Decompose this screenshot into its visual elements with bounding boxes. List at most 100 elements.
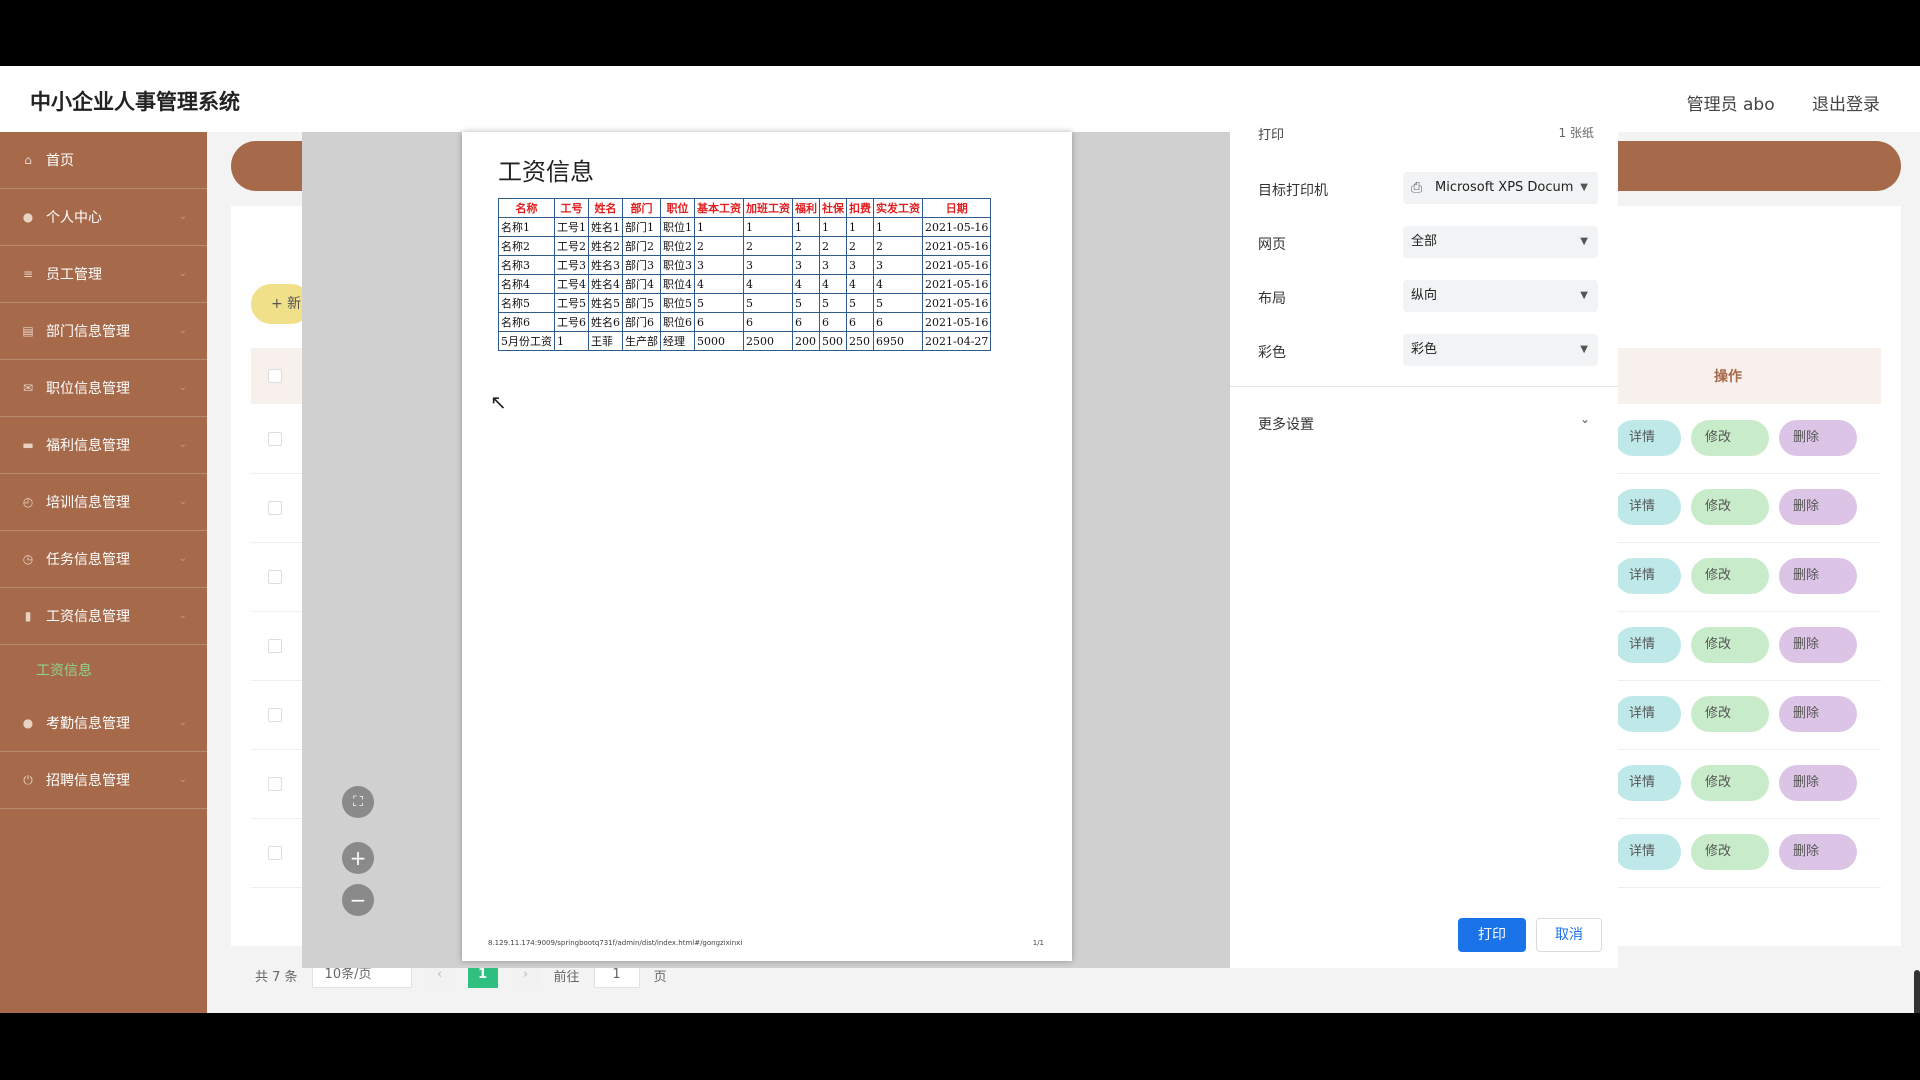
preview-table-cell: 工号1 [554, 217, 589, 237]
layout-value: 纵向 [1411, 288, 1438, 303]
preview-table-row: 名称6 工号6 姓名6 部门6 职位6 6 6 6 6 6 6 2021-05-16 [498, 312, 992, 332]
preview-table-cell: 5 [792, 293, 820, 313]
admin-label: 管理员 abo [1686, 95, 1775, 115]
sidebar-item[interactable]: ✉ 职位信息管理 ⌄ [0, 360, 207, 417]
edit-button[interactable]: 修改 [1691, 558, 1769, 594]
color-row: 彩色 彩色 ▼ [1258, 334, 1598, 366]
preview-column-header: 福利 [792, 198, 820, 218]
zoom-out-icon[interactable]: − [342, 884, 374, 916]
preview-table-cell: 部门6 [622, 312, 661, 332]
edit-button[interactable]: 修改 [1691, 420, 1769, 456]
page-scrollbar[interactable] [1914, 970, 1920, 1013]
row-checkbox[interactable] [268, 708, 282, 722]
preview-table-cell: 2 [846, 236, 874, 256]
sidebar-item-label: 任务信息管理 [46, 552, 130, 568]
sidebar-item[interactable]: ⏻ 招聘信息管理 ⌄ [0, 752, 207, 809]
header-right: 管理员 abo 退出登录 [1655, 90, 1880, 115]
chevron-down-icon[interactable]: ⌄ [1580, 412, 1590, 426]
logout-link[interactable]: 退出登录 [1812, 95, 1880, 115]
select-all-checkbox[interactable] [268, 369, 282, 383]
delete-button[interactable]: 删除 [1779, 627, 1857, 663]
print-button[interactable]: 打印 [1458, 918, 1526, 952]
preview-table-cell: 1 [694, 217, 744, 237]
zoom-in-icon[interactable]: + [342, 842, 374, 874]
sidebar-item-label: 考勤信息管理 [46, 716, 130, 732]
detail-button[interactable]: 详情 [1615, 834, 1681, 870]
sidebar-item[interactable]: ◷ 任务信息管理 ⌄ [0, 531, 207, 588]
printer-select[interactable]: ⎙ Microsoft XPS Docum ▼ [1403, 172, 1598, 204]
sidebar-item-label: 首页 [46, 153, 74, 169]
preview-table-cell: 职位1 [660, 217, 695, 237]
preview-table-cell: 3 [694, 255, 744, 275]
preview-table-cell: 名称5 [498, 293, 555, 313]
layout-select[interactable]: 纵向 ▼ [1403, 280, 1598, 312]
building-icon: ▤ [22, 324, 34, 338]
preview-table-cell: 2021-04-27 [921, 331, 992, 351]
row-checkbox[interactable] [268, 570, 282, 584]
detail-button[interactable]: 详情 [1615, 627, 1681, 663]
preview-table-cell: 250 [846, 331, 874, 351]
sidebar-subitem-salary-info[interactable]: 工资信息 [0, 645, 207, 695]
more-settings-toggle[interactable]: 更多设置 [1258, 414, 1314, 434]
row-checkbox[interactable] [268, 501, 282, 515]
row-checkbox[interactable] [268, 432, 282, 446]
preview-table-cell: 6950 [873, 331, 923, 351]
sidebar-item[interactable]: ▤ 部门信息管理 ⌄ [0, 303, 207, 360]
settings-divider [1230, 386, 1618, 387]
preview-table-cell: 职位3 [660, 255, 695, 275]
row-checkbox[interactable] [268, 639, 282, 653]
preview-column-header: 实发工资 [873, 198, 923, 218]
sidebar-item[interactable]: ◴ 培训信息管理 ⌄ [0, 474, 207, 531]
row-actions: 详情 修改 删除 [1615, 420, 1857, 456]
row-checkbox[interactable] [268, 846, 282, 860]
cancel-button[interactable]: 取消 [1536, 918, 1602, 952]
preview-table-cell: 职位2 [660, 236, 695, 256]
preview-table-row: 名称3 工号3 姓名3 部门3 职位3 3 3 3 3 3 3 2021-05-16 [498, 255, 992, 275]
delete-button[interactable]: 删除 [1779, 696, 1857, 732]
print-heading: 打印 [1258, 128, 1285, 143]
preview-table-cell: 5 [819, 293, 847, 313]
delete-button[interactable]: 删除 [1779, 834, 1857, 870]
sidebar-item[interactable]: ● 考勤信息管理 ⌄ [0, 695, 207, 752]
preview-column-header: 日期 [921, 198, 992, 218]
delete-button[interactable]: 删除 [1779, 420, 1857, 456]
preview-table-cell: 姓名1 [588, 217, 623, 237]
detail-button[interactable]: 详情 [1615, 489, 1681, 525]
preview-column-header: 工号 [554, 198, 589, 218]
row-checkbox[interactable] [268, 777, 282, 791]
layout-label: 布局 [1258, 291, 1286, 307]
color-select[interactable]: 彩色 ▼ [1403, 334, 1598, 366]
edit-button[interactable]: 修改 [1691, 696, 1769, 732]
preview-table-cell: 职位4 [660, 274, 695, 294]
delete-button[interactable]: 删除 [1779, 489, 1857, 525]
chevron-down-icon: ⌄ [178, 382, 187, 393]
delete-button[interactable]: 删除 [1779, 765, 1857, 801]
preview-table-cell: 4 [873, 274, 923, 294]
sidebar-item[interactable]: ≡ 员工管理 ⌄ [0, 246, 207, 303]
preview-table-cell: 5 [873, 293, 923, 313]
printer-icon: ⎙ [1411, 180, 1423, 196]
edit-button[interactable]: 修改 [1691, 489, 1769, 525]
bar-chart-icon: ▮ [24, 609, 32, 623]
preview-table-cell: 工号3 [554, 255, 589, 275]
preview-table-cell: 名称3 [498, 255, 555, 275]
detail-button[interactable]: 详情 [1615, 558, 1681, 594]
detail-button[interactable]: 详情 [1615, 420, 1681, 456]
edit-button[interactable]: 修改 [1691, 765, 1769, 801]
sidebar-item[interactable]: ▮ 工资信息管理 ⌄ [0, 588, 207, 645]
sidebar-item[interactable]: ⌂ 首页 [0, 132, 207, 189]
pages-select[interactable]: 全部 ▼ [1403, 226, 1598, 258]
delete-button[interactable]: 删除 [1779, 558, 1857, 594]
detail-button[interactable]: 详情 [1615, 696, 1681, 732]
preview-footer-page: 1/1 [1032, 939, 1044, 947]
sidebar-item[interactable]: ● 个人中心 ⌄ [0, 189, 207, 246]
edit-button[interactable]: 修改 [1691, 834, 1769, 870]
preview-table-cell: 工号6 [554, 312, 589, 332]
preview-table-cell: 工号5 [554, 293, 589, 313]
fit-page-icon[interactable]: ⛶ [342, 786, 374, 818]
detail-button[interactable]: 详情 [1615, 765, 1681, 801]
preview-table-cell: 5 [743, 293, 793, 313]
sidebar-item[interactable]: ▬ 福利信息管理 ⌄ [0, 417, 207, 474]
edit-button[interactable]: 修改 [1691, 627, 1769, 663]
chevron-down-icon: ▼ [1580, 236, 1588, 247]
